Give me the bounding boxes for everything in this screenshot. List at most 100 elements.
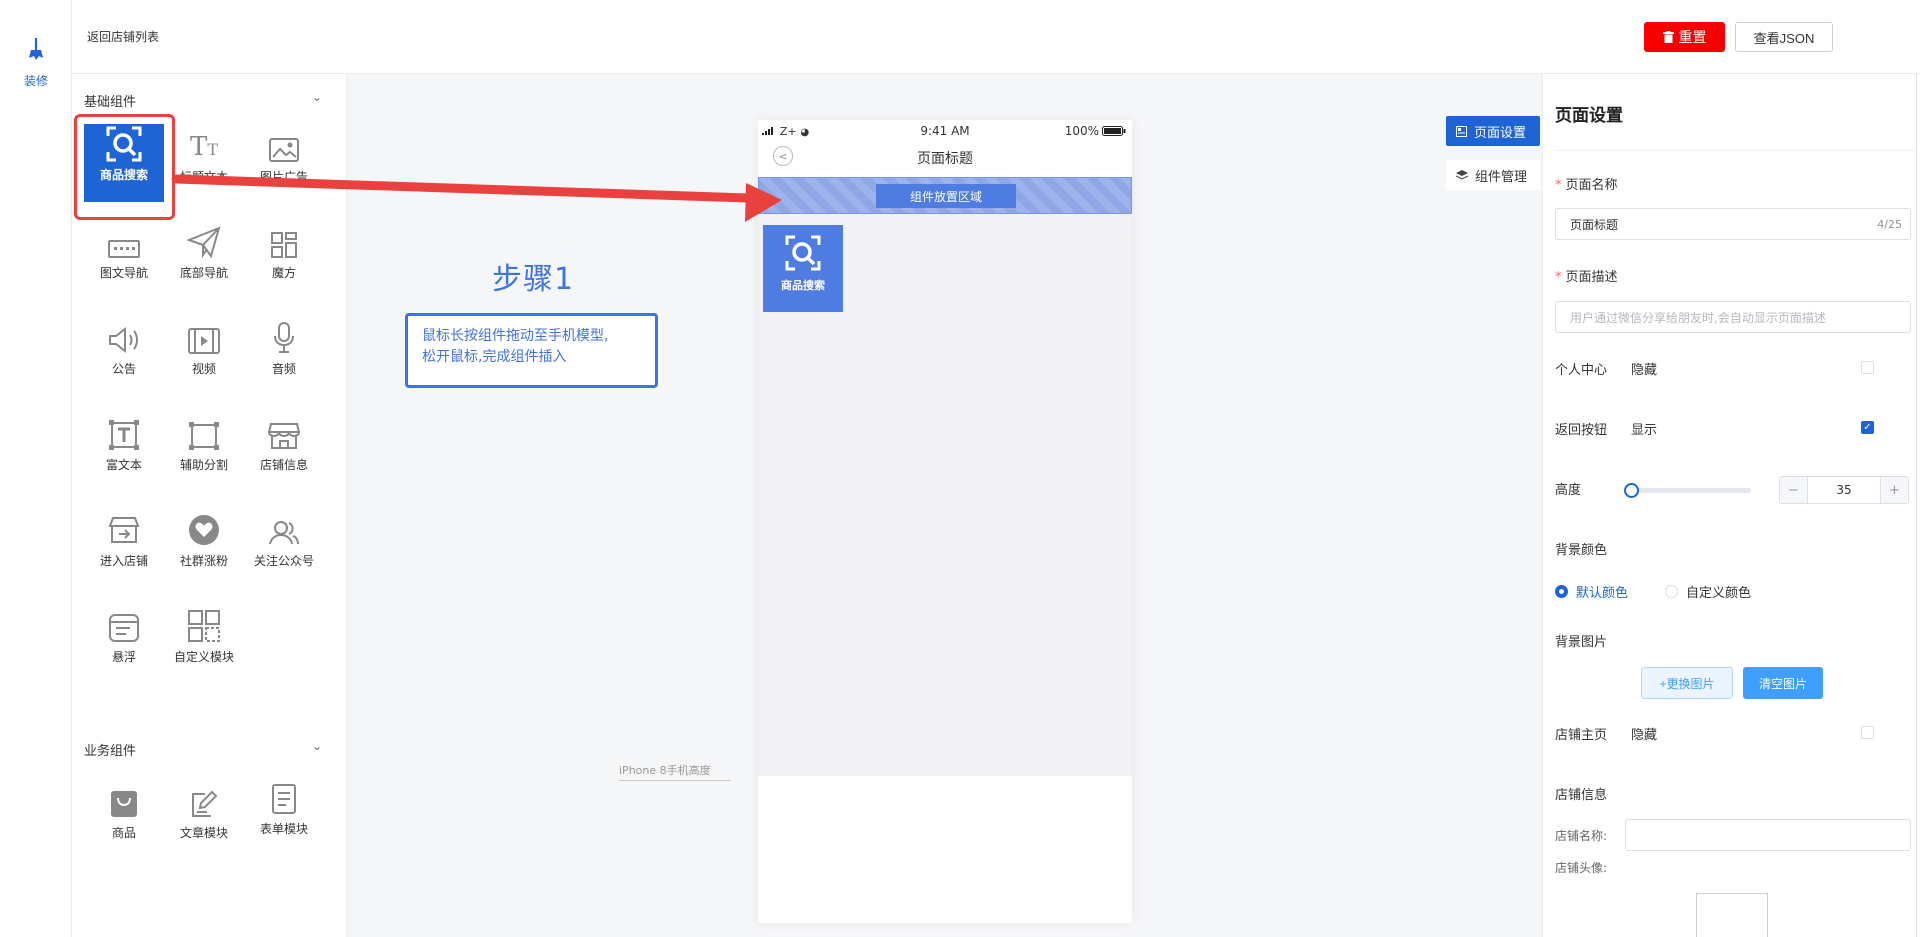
step-instruction-line: 松开鼠标,完成组件插入 <box>422 349 567 365</box>
page-desc-label: * 页面描述 <box>1555 270 1618 285</box>
shop-home-checkbox[interactable] <box>1861 726 1874 739</box>
component-label: 商品 <box>111 826 136 840</box>
selection-highlight-frame <box>74 114 175 220</box>
phone-preview: Z+ ◕ 9:41 AM 100% < 页面标题 组件放置区域 商品搜索 <box>758 120 1132 923</box>
rail-item-decorate[interactable]: 装修 <box>0 36 72 89</box>
step-title: 步骤1 <box>492 262 575 297</box>
component-custom-module[interactable]: 自定义模块 <box>164 604 244 682</box>
radio-default-color[interactable]: 默认颜色 <box>1555 582 1628 601</box>
component-label: 公告 <box>111 362 136 376</box>
shop-home-label: 店铺主页 <box>1555 728 1608 743</box>
component-panel: 基础组件 ⌄ 商品搜索 TT 标题文本 图片广告 图文导航 底部导航 魔方 公告… <box>72 74 347 937</box>
shop-avatar-label: 店铺头像: <box>1555 861 1608 875</box>
settings-panel: 页面设置 * 页面名称 页面标题 4/25 * 页面描述 用户通过微信分享给朋友时,… <box>1542 74 1920 937</box>
bg-image-label: 背景图片 <box>1555 635 1608 650</box>
image-nav-icon <box>84 220 164 258</box>
height-value[interactable]: 35 <box>1807 477 1881 503</box>
component-label: 富文本 <box>105 458 142 472</box>
page-desc-input[interactable]: 用户通过微信分享给朋友时,会自动显示页面描述 <box>1555 301 1911 333</box>
component-form[interactable]: 表单模块 <box>244 776 324 854</box>
tab-label: 页面设置 <box>1474 125 1527 141</box>
component-label: 自定义模块 <box>173 650 234 664</box>
component-video[interactable]: 视频 <box>164 316 244 394</box>
speaker-icon <box>84 316 164 354</box>
component-enter-store[interactable]: 进入店铺 <box>84 508 164 586</box>
edit-doc-icon <box>164 780 244 818</box>
component-bottom-nav[interactable]: 底部导航 <box>164 220 244 298</box>
title-text-icon: TT <box>189 132 218 162</box>
scrollbar[interactable] <box>1916 74 1917 937</box>
component-audio[interactable]: 音频 <box>244 316 324 394</box>
shop-avatar-upload[interactable] <box>1696 893 1768 937</box>
search-scan-icon <box>763 225 843 271</box>
paper-plane-icon <box>164 220 244 258</box>
tab-component-manage[interactable]: 组件管理 <box>1446 160 1540 190</box>
back-to-shop-list-link[interactable]: 返回店铺列表 <box>87 28 159 45</box>
trash-icon <box>1662 31 1674 43</box>
decrement-button[interactable]: − <box>1780 477 1807 503</box>
iphone-height-label: iPhone 8手机高度 <box>619 762 731 781</box>
phone-page-title: 页面标题 <box>917 151 973 167</box>
component-title-text[interactable]: TT 标题文本 <box>164 124 244 202</box>
component-rich-text[interactable]: 富文本 <box>84 412 164 490</box>
cube-grid-icon <box>244 220 324 258</box>
phone-below-fold-area <box>758 776 1132 923</box>
radio-label: 默认颜色 <box>1576 586 1629 601</box>
component-follow-account[interactable]: 关注公众号 <box>244 508 324 586</box>
component-article[interactable]: 文章模块 <box>164 780 244 858</box>
battery-status: 100% <box>1065 124 1126 138</box>
change-image-button[interactable]: +更换图片 <box>1641 667 1733 699</box>
component-label: 关注公众号 <box>253 554 314 568</box>
height-stepper: − 35 + <box>1779 476 1909 504</box>
basic-components-title: 基础组件 <box>84 95 137 110</box>
bg-color-label: 背景颜色 <box>1555 543 1608 558</box>
editor-canvas: 步骤1 鼠标长按组件拖动至手机模型, 松开鼠标,完成组件插入 iPhone 8手… <box>347 74 1542 937</box>
component-cube[interactable]: 魔方 <box>244 220 324 298</box>
component-float[interactable]: 悬浮 <box>84 604 164 682</box>
clear-image-button[interactable]: 清空图片 <box>1743 667 1823 699</box>
shop-name-input[interactable] <box>1625 819 1911 851</box>
chevron-down-icon[interactable]: ⌄ <box>312 739 322 753</box>
component-product[interactable]: 商品 <box>84 780 164 858</box>
reset-button-label: 重置 <box>1678 29 1707 45</box>
rail-item-label: 装修 <box>23 74 48 88</box>
back-button-checkbox[interactable]: ✓ <box>1861 421 1874 434</box>
component-label: 音频 <box>271 362 296 376</box>
radio-custom-color[interactable]: 自定义颜色 <box>1665 582 1751 601</box>
brush-icon <box>29 38 43 60</box>
heart-group-icon <box>164 508 244 546</box>
component-label: 标题文本 <box>179 170 228 184</box>
increment-button[interactable]: + <box>1881 477 1908 503</box>
step-instruction-box: 鼠标长按组件拖动至手机模型, 松开鼠标,完成组件插入 <box>405 313 658 388</box>
component-label: 文章模块 <box>179 826 228 840</box>
personal-center-checkbox[interactable] <box>1861 361 1874 374</box>
height-slider-handle[interactable] <box>1624 483 1639 498</box>
tab-page-settings[interactable]: 页面设置 <box>1446 116 1540 146</box>
left-rail: 装修 <box>0 0 72 937</box>
component-notice[interactable]: 公告 <box>84 316 164 394</box>
page-name-label: * 页面名称 <box>1555 178 1618 193</box>
chevron-down-icon[interactable]: ⌄ <box>312 90 322 104</box>
divider-icon <box>164 412 244 450</box>
back-button-value: 显示 <box>1631 423 1658 438</box>
radio-dot <box>1665 585 1678 598</box>
view-json-button[interactable]: 查看JSON <box>1735 22 1833 52</box>
personal-center-label: 个人中心 <box>1555 363 1608 378</box>
component-image-ad[interactable]: 图片广告 <box>244 124 324 202</box>
phone-status-bar: Z+ ◕ 9:41 AM 100% <box>758 120 1132 140</box>
microphone-icon <box>244 316 324 354</box>
float-icon <box>84 604 164 642</box>
page-name-input[interactable]: 页面标题 4/25 <box>1555 208 1911 240</box>
component-drop-zone[interactable]: 组件放置区域 <box>758 177 1132 214</box>
reset-button[interactable]: 重置 <box>1644 22 1725 52</box>
component-community[interactable]: 社群涨粉 <box>164 508 244 586</box>
height-slider-track[interactable] <box>1625 488 1751 493</box>
drop-zone-label: 组件放置区域 <box>876 184 1016 208</box>
component-store-info[interactable]: 店铺信息 <box>244 412 324 490</box>
component-divider[interactable]: 辅助分割 <box>164 412 244 490</box>
placed-product-search-component[interactable]: 商品搜索 <box>763 225 843 312</box>
component-image-nav[interactable]: 图文导航 <box>84 220 164 298</box>
video-icon <box>164 316 244 354</box>
radio-label: 自定义颜色 <box>1686 586 1752 601</box>
component-label: 悬浮 <box>111 650 136 664</box>
